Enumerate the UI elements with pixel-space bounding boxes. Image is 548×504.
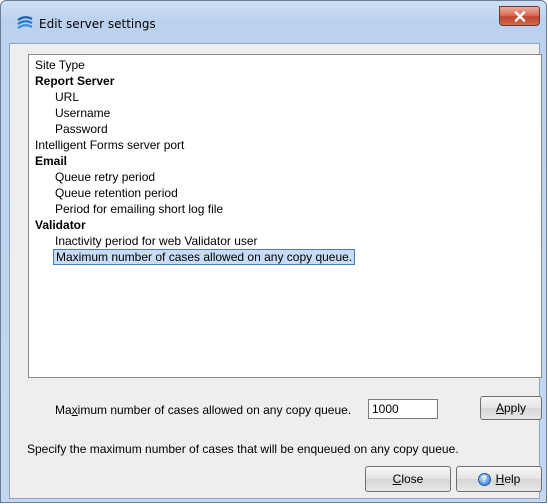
tree-item-label: Queue retention period bbox=[55, 186, 178, 200]
dialog-window: Edit server settings Site Type Report Se… bbox=[0, 0, 547, 503]
app-icon bbox=[17, 16, 33, 29]
tree-item[interactable]: Queue retry period bbox=[29, 169, 541, 185]
tree-item[interactable]: Intelligent Forms server port bbox=[29, 137, 541, 153]
tree-item[interactable]: Inactivity period for web Validator user bbox=[29, 233, 541, 249]
help-icon: ? bbox=[477, 472, 491, 486]
tree-item-label: Intelligent Forms server port bbox=[35, 138, 185, 152]
apply-label: pply bbox=[504, 401, 527, 415]
tree-item-label: Validator bbox=[35, 218, 86, 232]
help-button[interactable]: ? Help bbox=[456, 466, 542, 492]
tree-item-label: Site Type bbox=[35, 58, 85, 72]
setting-editor-row: Maximum number of cases allowed on any c… bbox=[10, 397, 539, 423]
tree-item-selected[interactable]: Maximum number of cases allowed on any c… bbox=[29, 249, 541, 265]
window-title: Edit server settings bbox=[39, 17, 156, 31]
title-bar[interactable]: Edit server settings bbox=[1, 1, 546, 43]
tree-group-report-server[interactable]: Report Server bbox=[29, 73, 541, 89]
tree-item[interactable]: URL bbox=[29, 89, 541, 105]
close-icon bbox=[514, 10, 525, 22]
setting-label-part: imum number of cases allowed on any copy… bbox=[77, 403, 352, 417]
settings-tree[interactable]: Site Type Report Server URL Username Pas… bbox=[28, 54, 542, 378]
setting-label-part: Ma bbox=[55, 403, 72, 417]
tree-item-label: URL bbox=[55, 90, 80, 104]
close-label: lose bbox=[401, 472, 424, 486]
tree-item-label: Username bbox=[55, 106, 111, 120]
tree-item-label: Email bbox=[35, 154, 68, 168]
tree-item-label: Period for emailing short log file bbox=[55, 202, 224, 216]
tree-item[interactable]: Password bbox=[29, 121, 541, 137]
tree-item[interactable]: Period for emailing short log file bbox=[29, 201, 541, 217]
tree-item[interactable]: Username bbox=[29, 105, 541, 121]
help-mnemonic: H bbox=[495, 472, 505, 486]
tree-group-email[interactable]: Email bbox=[29, 153, 541, 169]
tree-group-validator[interactable]: Validator bbox=[29, 217, 541, 233]
close-button[interactable]: Close bbox=[365, 466, 451, 492]
help-label: elp bbox=[504, 472, 521, 486]
close-window-button[interactable] bbox=[499, 6, 540, 26]
setting-description: Specify the maximum number of cases that… bbox=[27, 442, 459, 456]
tree-item-label: Maximum number of cases allowed on any c… bbox=[53, 249, 356, 265]
close-mnemonic: C bbox=[392, 472, 402, 486]
setting-value-input[interactable]: 1000 bbox=[368, 399, 438, 419]
tree-item-label: Inactivity period for web Validator user bbox=[55, 234, 258, 248]
apply-mnemonic: A bbox=[495, 401, 504, 415]
tree-item-label: Report Server bbox=[35, 74, 115, 88]
apply-button[interactable]: Apply bbox=[480, 396, 542, 420]
tree-item-label: Queue retry period bbox=[55, 170, 156, 184]
tree-item[interactable]: Site Type bbox=[29, 57, 541, 73]
setting-label: Maximum number of cases allowed on any c… bbox=[55, 403, 351, 417]
tree-item[interactable]: Queue retention period bbox=[29, 185, 541, 201]
tree-item-label: Password bbox=[55, 122, 108, 136]
dialog-client-area: Site Type Report Server URL Username Pas… bbox=[9, 43, 542, 499]
